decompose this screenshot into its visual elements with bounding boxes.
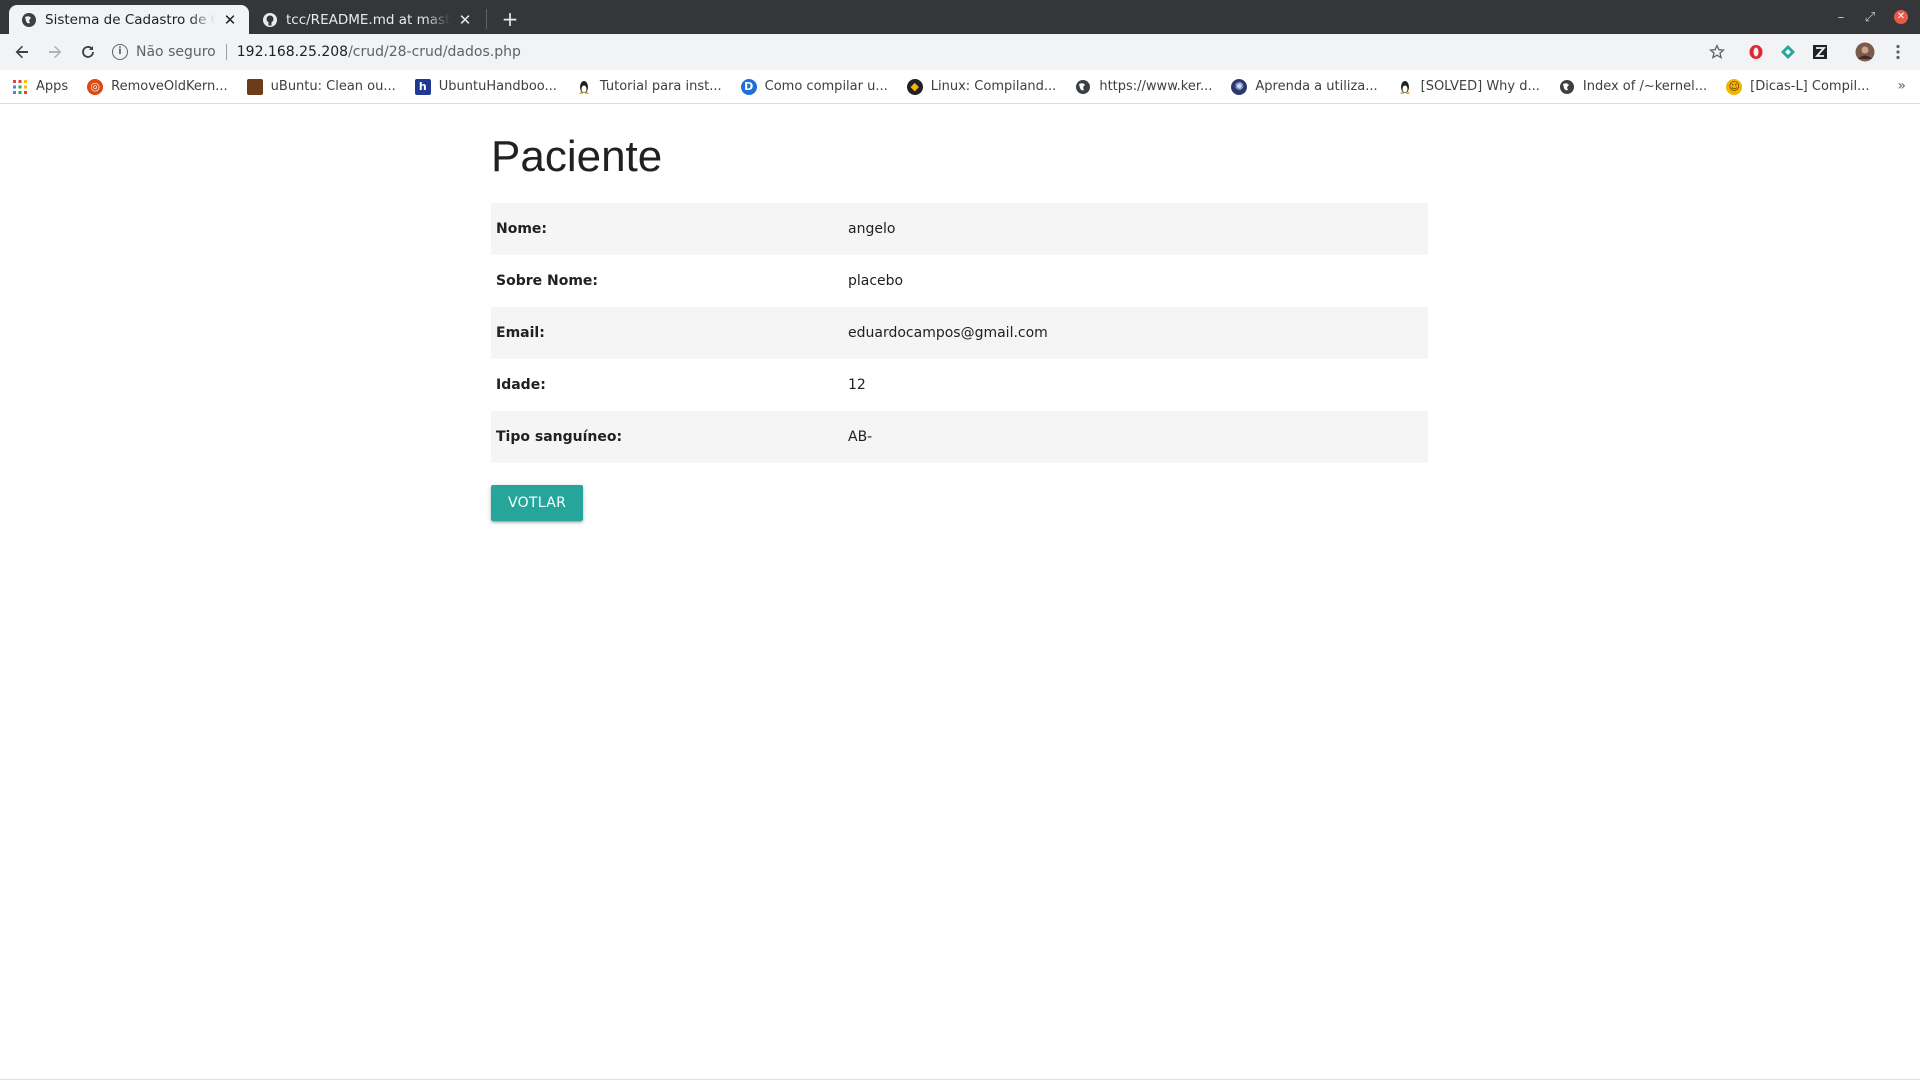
browser-toolbar: i Não seguro 192.168.25.208/crud/28-crud… <box>0 34 1920 70</box>
tab-active[interactable]: Sistema de Cadastro de Clientes ✕ <box>9 5 249 34</box>
bookmark-item[interactable]: [SOLVED] Why d... <box>1397 79 1540 95</box>
tab-separator <box>486 9 487 29</box>
bookmark-item[interactable]: https://www.ker... <box>1075 79 1212 95</box>
field-value: AB- <box>848 429 873 445</box>
linux-icon <box>576 79 592 95</box>
zotero-extension-icon[interactable] <box>1806 34 1834 70</box>
back-button[interactable]: VOTLAR <box>491 485 584 521</box>
omnibox-divider <box>225 44 227 60</box>
bookmark-label: Aprenda a utiliza... <box>1255 79 1378 94</box>
tab-close-icon[interactable]: ✕ <box>221 11 239 29</box>
bookmark-item[interactable]: h UbuntuHandboo... <box>414 78 557 95</box>
bookmarks-overflow-chevron-icon[interactable]: » <box>1897 78 1906 94</box>
bookmark-label: Como compilar u... <box>764 79 888 94</box>
h-icon: h <box>414 78 431 95</box>
field-label: Sobre Nome: <box>496 273 599 289</box>
field-label: Idade: <box>496 377 546 393</box>
ubuntu-icon: ◎ <box>87 78 104 95</box>
security-status[interactable]: Não seguro <box>136 44 216 60</box>
address-bar[interactable]: i Não seguro 192.168.25.208/crud/28-crud… <box>112 37 1722 67</box>
globe-icon <box>1559 79 1575 95</box>
field-label: Nome: <box>496 221 548 237</box>
tab-close-icon[interactable]: ✕ <box>456 11 474 29</box>
bookmark-label: Tutorial para inst... <box>599 79 722 94</box>
tab-title: tcc/README.md at master · su <box>286 11 450 28</box>
forward-arrow-icon[interactable] <box>41 38 69 66</box>
close-icon: ✕ <box>1894 10 1908 24</box>
table-row: Sobre Nome: placebo <box>491 255 1428 307</box>
field-value: 12 <box>848 377 866 393</box>
table-row: Tipo sanguíneo: AB- <box>491 411 1428 463</box>
bookmark-star-icon[interactable] <box>1703 34 1731 70</box>
bookmark-item[interactable]: Tutorial para inst... <box>576 79 722 95</box>
url-path[interactable]: /crud/28-crud/dados.php <box>348 44 521 60</box>
info-icon[interactable]: i <box>112 44 128 60</box>
restore-button[interactable]: ⤢ <box>1855 0 1885 34</box>
field-value: angelo <box>848 221 896 237</box>
table-row: Nome: angelo <box>491 203 1428 255</box>
opera-extension-icon[interactable] <box>1742 34 1770 70</box>
bookmark-apps[interactable]: Apps <box>12 79 68 95</box>
field-label: Tipo sanguíneo: <box>496 429 623 445</box>
github-icon <box>262 12 278 28</box>
bookmark-item[interactable]: ☺ [Dicas-L] Compil... <box>1726 78 1870 95</box>
bookmark-label: uBuntu: Clean ou... <box>270 79 396 94</box>
linux-icon <box>1397 79 1413 95</box>
bookmark-label: Linux: Compiland... <box>930 79 1057 94</box>
bookmark-item[interactable]: ◆ Linux: Compiland... <box>906 78 1057 95</box>
d-icon: D <box>740 78 757 95</box>
avatar[interactable] <box>1851 34 1879 70</box>
table-row: Idade: 12 <box>491 359 1428 411</box>
minimize-button[interactable]: – <box>1826 0 1856 34</box>
bookmark-label: RemoveOldKern... <box>111 79 228 94</box>
field-value: eduardocampos@gmail.com <box>848 325 1048 341</box>
bookmark-item[interactable]: D Como compilar u... <box>740 78 888 95</box>
bookmark-label: Apps <box>36 79 69 94</box>
bookmarks-bar: Apps ◎ RemoveOldKern... uBuntu: Clean ou… <box>0 70 1920 104</box>
tab-inactive[interactable]: tcc/README.md at master · su ✕ <box>250 5 484 34</box>
page-title: Paciente <box>491 132 663 181</box>
bookmark-label: [SOLVED] Why d... <box>1420 79 1540 94</box>
bookmark-label: UbuntuHandboo... <box>438 79 557 94</box>
bookmark-label: https://www.ker... <box>1099 79 1213 94</box>
smiley-icon: ☺ <box>1726 78 1743 95</box>
diamond-extension-icon[interactable] <box>1774 34 1802 70</box>
url-host[interactable]: 192.168.25.208 <box>237 44 348 60</box>
globe-icon <box>1075 79 1091 95</box>
patient-details-table: Nome: angelo Sobre Nome: placebo Email: eduar… <box>491 203 1428 463</box>
field-value: placebo <box>848 273 904 289</box>
browser-tab-strip: Sistema de Cadastro de Clientes ✕ tcc/RE… <box>0 0 1920 34</box>
site-icon: ◆ <box>906 78 923 95</box>
main-container: Paciente Nome: angelo Sobre Nome: placebo Em… <box>491 105 1428 521</box>
globe-icon <box>21 12 37 28</box>
close-window-button[interactable]: ✕ <box>1886 0 1916 34</box>
bookmark-item[interactable]: ✺ Aprenda a utiliza... <box>1231 78 1378 95</box>
bookmark-item[interactable]: Index of /~kernel... <box>1559 79 1707 95</box>
bookmark-label: Index of /~kernel... <box>1582 79 1708 94</box>
back-arrow-icon[interactable] <box>8 38 36 66</box>
page-viewport: Paciente Nome: angelo Sobre Nome: placebo Em… <box>0 105 1920 1080</box>
bookmark-item[interactable]: uBuntu: Clean ou... <box>246 78 396 95</box>
apps-grid-icon <box>12 79 28 95</box>
site-icon: ✺ <box>1231 78 1248 95</box>
site-icon <box>246 78 263 95</box>
bookmark-item[interactable]: ◎ RemoveOldKern... <box>87 78 228 95</box>
bookmark-label: [Dicas-L] Compil... <box>1750 79 1870 94</box>
table-row: Email: eduardocampos@gmail.com <box>491 307 1428 359</box>
reload-icon[interactable] <box>74 38 102 66</box>
field-label: Email: <box>496 325 545 341</box>
new-tab-button[interactable]: + <box>498 7 522 31</box>
tab-title: Sistema de Cadastro de Clientes <box>45 11 215 28</box>
menu-kebab-icon[interactable] <box>1884 34 1912 70</box>
